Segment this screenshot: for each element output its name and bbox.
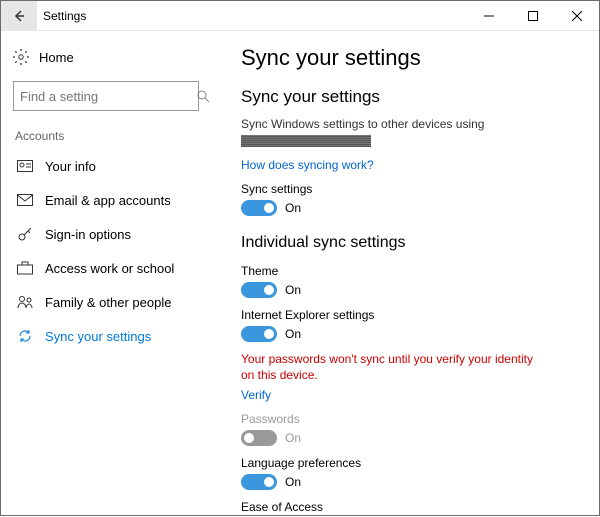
sync-icon (17, 328, 33, 344)
maximize-button[interactable] (511, 1, 555, 31)
verify-link[interactable]: Verify (241, 388, 271, 402)
sidebar-item-label: Your info (45, 159, 96, 174)
home-nav[interactable]: Home (13, 41, 199, 73)
section-header: Individual sync settings (241, 234, 575, 252)
search-box[interactable] (13, 81, 199, 111)
titlebar: Settings (1, 1, 599, 31)
toggle-label: Ease of Access (241, 500, 575, 514)
sidebar-item-label: Sign-in options (45, 227, 131, 242)
close-button[interactable] (555, 1, 599, 31)
content-area: Sync your settings Sync your settings Sy… (211, 31, 599, 517)
home-label: Home (39, 50, 74, 65)
toggle-passwords: Passwords On (241, 412, 575, 446)
toggle-theme: Theme On (241, 264, 575, 298)
sidebar-item-label: Sync your settings (45, 329, 151, 344)
toggle-state: On (285, 283, 301, 297)
people-icon (17, 294, 33, 310)
toggle-state: On (285, 327, 301, 341)
sidebar-item-sync[interactable]: Sync your settings (13, 319, 199, 353)
switch-ie[interactable] (241, 326, 277, 342)
back-button[interactable] (1, 1, 37, 31)
sidebar-section: Accounts (15, 129, 199, 143)
gear-icon (13, 49, 29, 65)
toggle-ie: Internet Explorer settings On (241, 308, 575, 342)
switch-language[interactable] (241, 474, 277, 490)
sidebar-item-work[interactable]: Access work or school (13, 251, 199, 285)
toggle-label: Sync settings (241, 182, 575, 196)
toggle-ease: Ease of Access On (241, 500, 575, 517)
switch-theme[interactable] (241, 282, 277, 298)
arrow-left-icon (12, 9, 26, 23)
toggle-label: Language preferences (241, 456, 575, 470)
sidebar-item-family[interactable]: Family & other people (13, 285, 199, 319)
toggle-state: On (285, 201, 301, 215)
sidebar-item-label: Access work or school (45, 261, 174, 276)
minimize-button[interactable] (467, 1, 511, 31)
account-redacted (241, 135, 371, 147)
sidebar: Home Accounts Your info Email & app acco… (1, 31, 211, 517)
page-title: Sync your settings (241, 45, 575, 71)
search-icon (196, 89, 210, 103)
sidebar-item-email[interactable]: Email & app accounts (13, 183, 199, 217)
search-input[interactable] (20, 89, 196, 104)
toggle-label: Passwords (241, 412, 575, 426)
password-warning: Your passwords won't sync until you veri… (241, 352, 541, 383)
section-header: Sync your settings (241, 87, 575, 107)
briefcase-icon (17, 260, 33, 276)
toggle-state: On (285, 431, 301, 445)
mail-icon (17, 192, 33, 208)
toggle-sync-settings: Sync settings On (241, 182, 575, 216)
toggle-label: Theme (241, 264, 575, 278)
sidebar-item-label: Email & app accounts (45, 193, 171, 208)
toggle-language: Language preferences On (241, 456, 575, 490)
help-link[interactable]: How does syncing work? (241, 158, 374, 172)
toggle-state: On (285, 475, 301, 489)
toggle-label: Internet Explorer settings (241, 308, 575, 322)
person-card-icon (17, 158, 33, 174)
sidebar-item-signin[interactable]: Sign-in options (13, 217, 199, 251)
switch-passwords (241, 430, 277, 446)
window-title: Settings (43, 9, 86, 23)
switch-sync[interactable] (241, 200, 277, 216)
sidebar-item-your-info[interactable]: Your info (13, 149, 199, 183)
sidebar-item-label: Family & other people (45, 295, 171, 310)
key-icon (17, 226, 33, 242)
sync-description: Sync Windows settings to other devices u… (241, 117, 575, 131)
